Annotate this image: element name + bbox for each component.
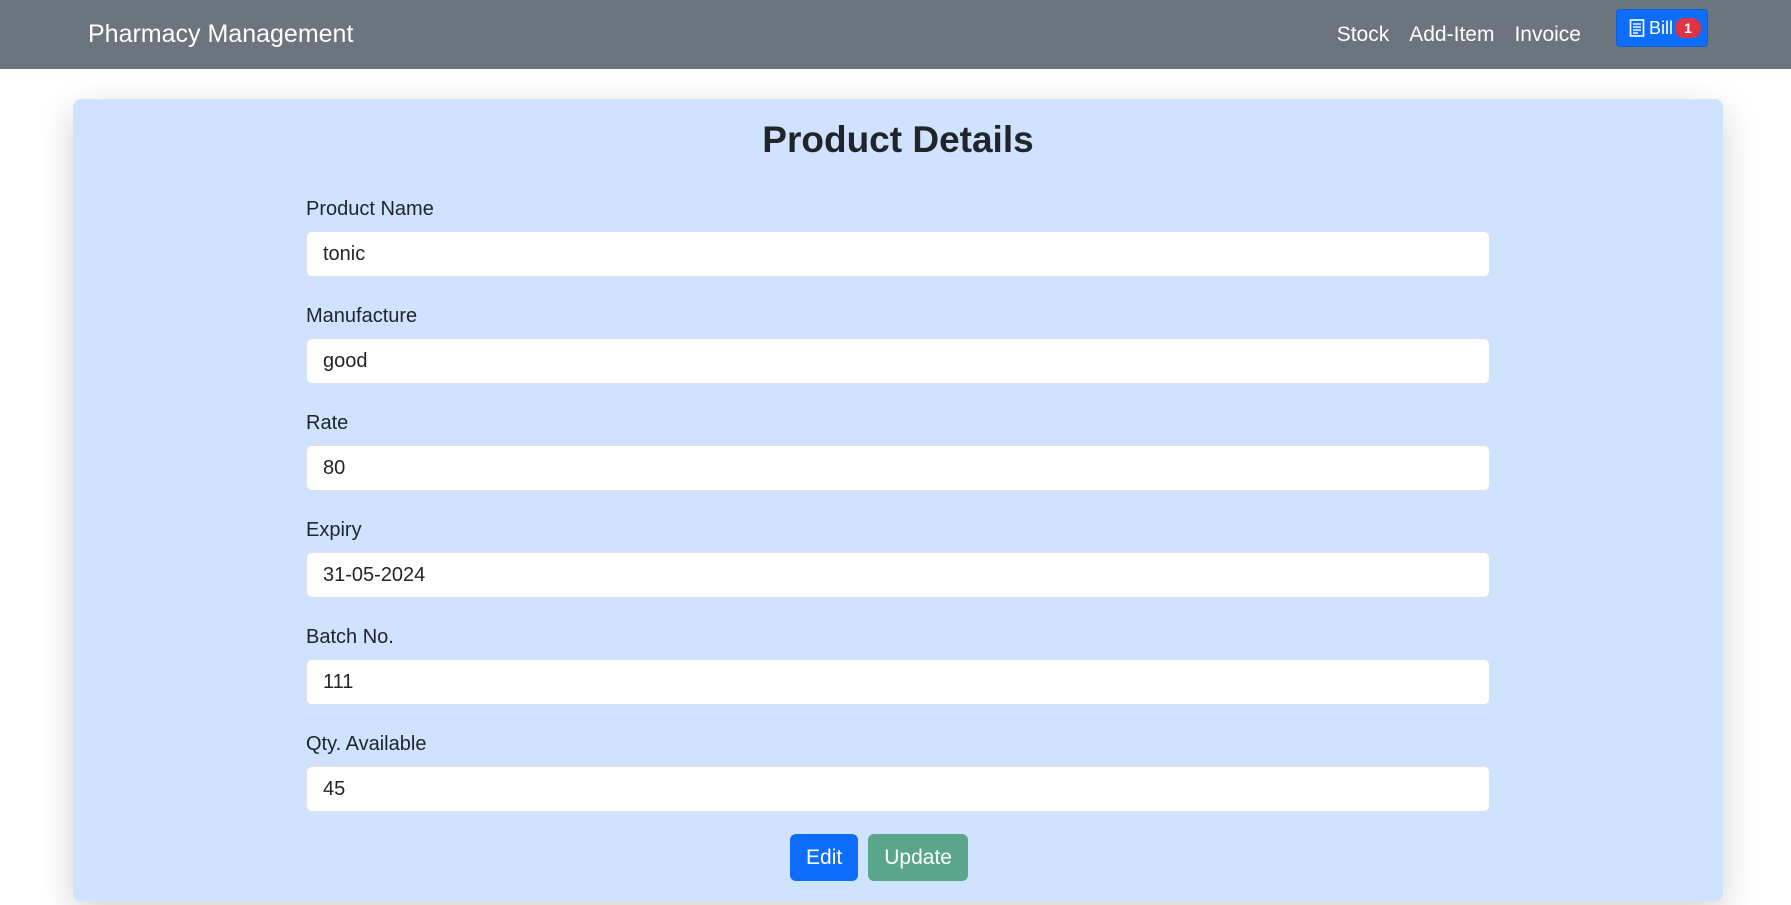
- field-product-name: Product Name: [306, 195, 1490, 302]
- navbar: Pharmacy Management Stock Add-Item Invoi…: [0, 0, 1791, 69]
- edit-button[interactable]: Edit: [790, 834, 859, 881]
- nav-link-stock[interactable]: Stock: [1337, 23, 1390, 47]
- nav-links: Stock Add-Item Invoice: [1337, 0, 1581, 69]
- bill-button[interactable]: Bill 1: [1616, 9, 1708, 47]
- bill-label: Bill: [1649, 17, 1674, 38]
- product-name-input[interactable]: [306, 231, 1490, 277]
- expiry-input[interactable]: [306, 552, 1490, 598]
- receipt-icon: [1629, 19, 1645, 37]
- form-actions: Edit Update: [73, 834, 1723, 881]
- field-expiry: Expiry: [306, 516, 1490, 623]
- batch-no-input[interactable]: [306, 659, 1490, 705]
- product-details-card: Product Details Product Name Manufacture…: [73, 99, 1723, 901]
- product-name-label: Product Name: [306, 198, 434, 220]
- field-rate: Rate: [306, 409, 1490, 516]
- expiry-label: Expiry: [306, 519, 362, 541]
- bill-count-badge: 1: [1675, 18, 1702, 38]
- brand-link[interactable]: Pharmacy Management: [88, 0, 353, 69]
- manufacture-label: Manufacture: [306, 305, 418, 327]
- field-qty-available: Qty. Available: [306, 730, 1490, 837]
- product-form: Product Name Manufacture Rate Expiry Bat…: [306, 195, 1490, 837]
- qty-available-input[interactable]: [306, 766, 1490, 812]
- field-batch-no: Batch No.: [306, 623, 1490, 730]
- nav-link-invoice[interactable]: Invoice: [1514, 23, 1581, 47]
- rate-input[interactable]: [306, 445, 1490, 491]
- page-title: Product Details: [762, 119, 1034, 160]
- rate-label: Rate: [306, 412, 349, 434]
- batch-no-label: Batch No.: [306, 626, 394, 648]
- field-manufacture: Manufacture: [306, 302, 1490, 409]
- manufacture-input[interactable]: [306, 338, 1490, 384]
- qty-available-label: Qty. Available: [306, 733, 427, 755]
- update-button[interactable]: Update: [868, 834, 968, 881]
- nav-link-add-item[interactable]: Add-Item: [1409, 23, 1494, 47]
